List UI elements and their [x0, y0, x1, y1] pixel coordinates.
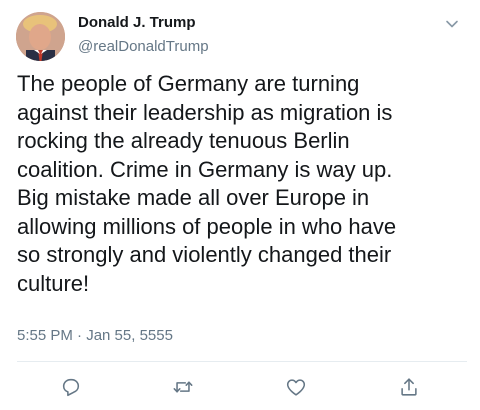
tweet-text-line: coalition. Crime in Germany is way up.: [17, 156, 393, 182]
avatar[interactable]: [16, 12, 65, 61]
retweet-button[interactable]: [168, 372, 198, 402]
reply-icon: [62, 378, 80, 397]
author-handle[interactable]: @realDonaldTrump: [78, 38, 209, 55]
tweet-text-line: The people of Germany are turning: [17, 71, 360, 96]
like-button[interactable]: [281, 372, 311, 402]
tweet-timestamp[interactable]: 5:55 PM · Jan 55, 5555: [17, 327, 173, 344]
more-options-button[interactable]: [444, 16, 460, 32]
tweet-text-line: rocking the already tenuous Berlin: [17, 128, 350, 153]
tweet-text-line: so strongly and violently changed their: [17, 242, 392, 267]
tweet-text-line: culture!: [17, 270, 90, 296]
chevron-down-icon: [446, 20, 458, 28]
tweet-text-line: Big mistake made all over Europe in: [17, 185, 370, 210]
tweet-card: Donald J. Trump @realDonaldTrump The peo…: [0, 0, 480, 410]
share-icon: [401, 378, 417, 396]
tweet-text-line: against their leadership as migration is: [17, 99, 393, 125]
share-button[interactable]: [394, 372, 424, 402]
tweet-text: The people of Germany are turning agains…: [17, 70, 467, 298]
heart-icon: [286, 379, 306, 396]
avatar-image: [16, 12, 65, 61]
action-bar: [0, 372, 480, 402]
divider: [17, 361, 467, 362]
reply-button[interactable]: [56, 372, 86, 402]
author-name[interactable]: Donald J. Trump: [78, 14, 196, 31]
retweet-icon: [173, 381, 193, 393]
tweet-text-line: allowing millions of people in who have: [17, 213, 397, 239]
